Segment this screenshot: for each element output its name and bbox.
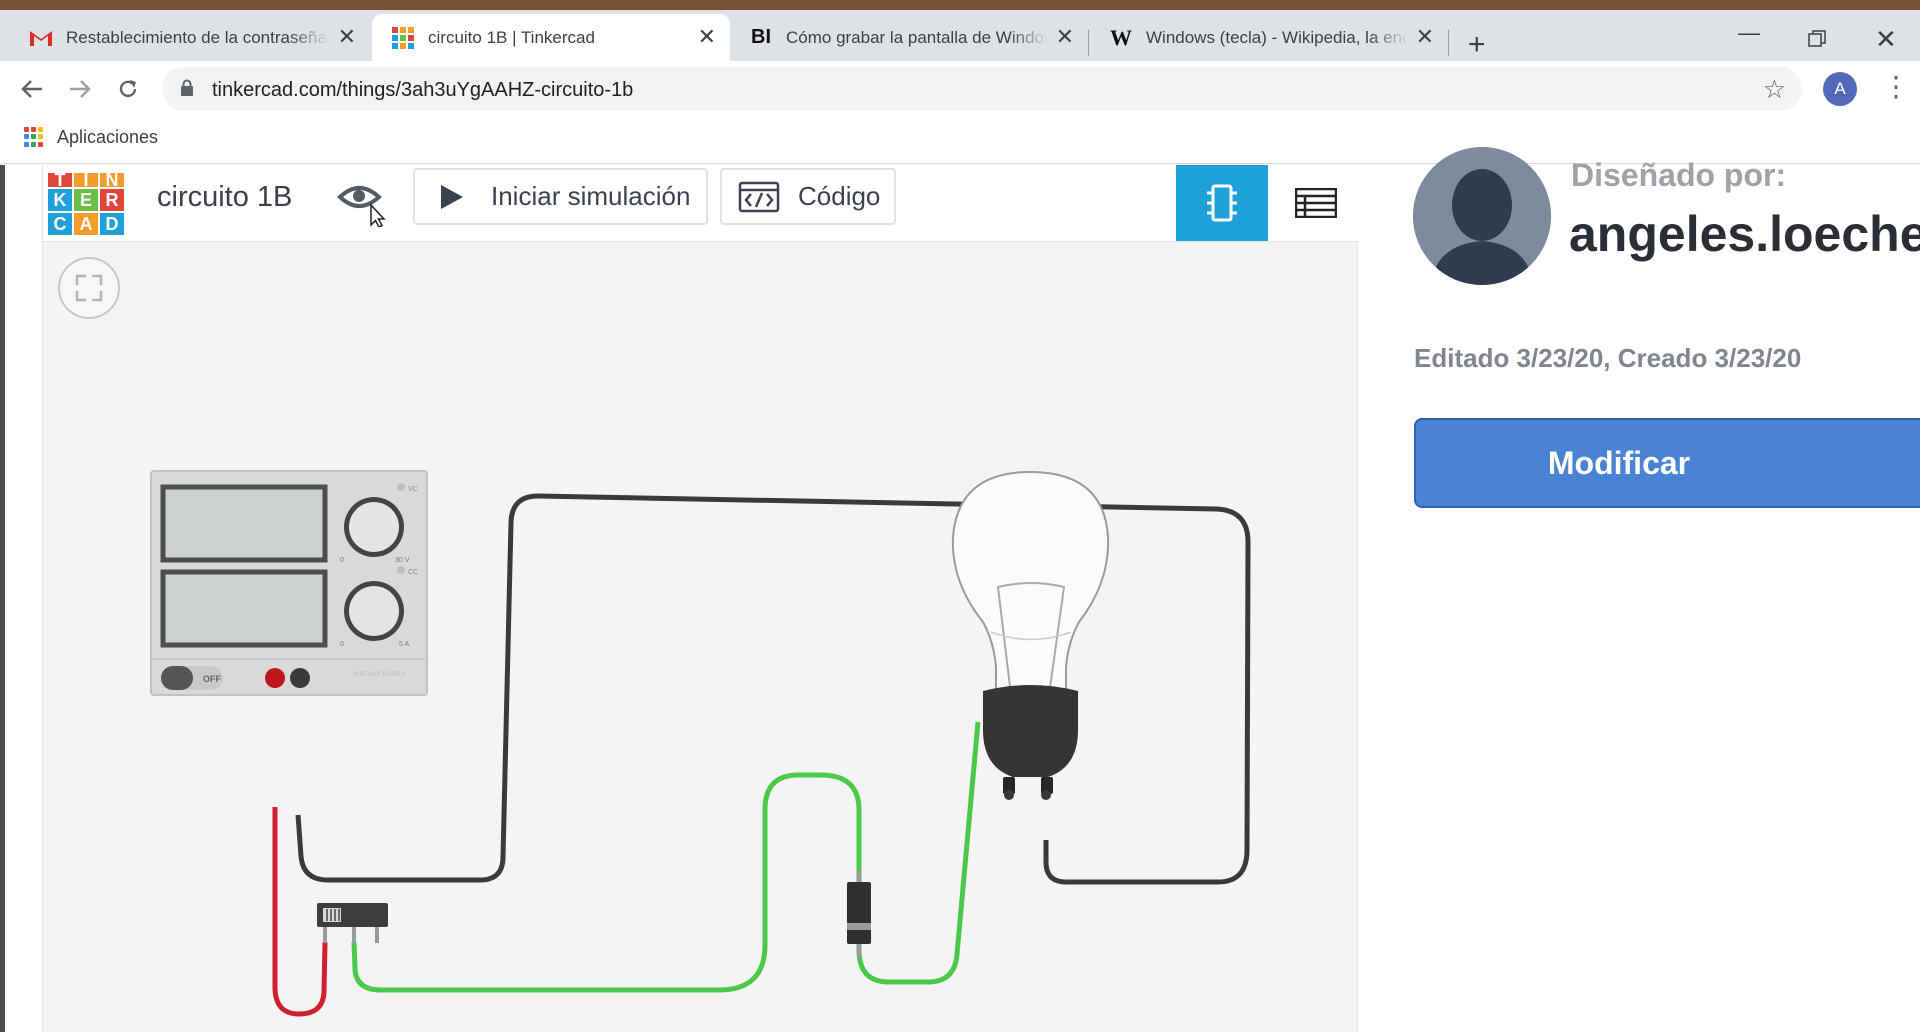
components-view-button[interactable] [1176, 165, 1268, 241]
gmail-icon [28, 26, 54, 50]
switch-label: OFF [203, 674, 221, 684]
scale-min-v: 0 [340, 557, 344, 564]
play-icon [441, 184, 463, 209]
url-text: tinkercad.com/things/3ah3uYgAAHZ-circuit… [212, 79, 634, 101]
logo-letter: I [74, 170, 98, 190]
editor-header: T I N K E R C A D circuito 1B Iniciar si… [43, 165, 1359, 242]
close-icon[interactable]: ✕ [698, 26, 716, 48]
slide-switch[interactable] [317, 903, 388, 943]
tab-business-insider[interactable]: BI Cómo grabar la pantalla de Windows ✕ [730, 14, 1088, 61]
circuit-canvas[interactable]: VC CC 0 30 V 0 5 A OFF VOLTAGE SUPPLY [43, 242, 1359, 1032]
tab-tinkercad[interactable]: circuito 1B | Tinkercad ✕ [372, 14, 730, 61]
logo-letter: E [74, 189, 98, 211]
scale-max-a: 5 A [399, 641, 409, 648]
scale-min-a: 0 [340, 641, 344, 648]
tab-title: Restablecimiento de la contraseña [66, 27, 327, 47]
minimize-icon[interactable]: — [1738, 20, 1760, 46]
logo-letter: N [100, 170, 124, 190]
logo-letter: K [48, 189, 72, 211]
tab-separator [1448, 30, 1449, 56]
restore-icon[interactable] [1808, 28, 1826, 54]
window-edge [0, 165, 5, 1032]
logo-letter: R [100, 189, 124, 211]
tab-title: Windows (tecla) - Wikipedia, la enciclop… [1146, 27, 1408, 47]
reload-icon[interactable] [112, 73, 144, 105]
logo-letter: C [48, 213, 72, 235]
tab-bar: Restablecimiento de la contraseña ✕ circ… [0, 10, 1920, 61]
logo-letter: A [74, 213, 98, 235]
tab-title: circuito 1B | Tinkercad [428, 27, 595, 47]
scale-max-v: 30 V [395, 557, 410, 564]
profile-avatar[interactable]: A [1823, 72, 1857, 106]
tab-wikipedia[interactable]: W Windows (tecla) - Wikipedia, la encicl… [1090, 14, 1448, 61]
lock-icon [181, 79, 193, 96]
diode[interactable] [847, 870, 871, 958]
code-icon [738, 181, 780, 212]
business-insider-icon: BI [751, 26, 771, 48]
code-label: Código [798, 181, 881, 211]
close-window-icon[interactable]: ✕ [1875, 24, 1897, 55]
project-info-panel: Diseñado por: angeles.loeches Editado 3/… [1358, 147, 1920, 1032]
brand-label: VOLTAGE SUPPLY [353, 672, 405, 678]
person-icon [1413, 147, 1551, 285]
start-simulation-button[interactable]: Iniciar simulación [413, 168, 708, 225]
power-supply[interactable]: VC CC 0 30 V 0 5 A OFF VOLTAGE SUPPLY [150, 470, 428, 696]
author-username[interactable]: angeles.loeches [1569, 205, 1920, 263]
tab-gmail[interactable]: Restablecimiento de la contraseña ✕ [10, 14, 370, 61]
list-icon [1295, 188, 1337, 218]
eye-icon[interactable] [337, 179, 386, 228]
start-simulation-label: Iniciar simulación [491, 181, 691, 211]
close-icon[interactable]: ✕ [1056, 26, 1074, 48]
close-icon[interactable]: ✕ [338, 26, 356, 48]
author-avatar[interactable] [1413, 147, 1551, 285]
code-button[interactable]: Código [720, 168, 896, 225]
wire-green-2 [856, 721, 981, 985]
project-title[interactable]: circuito 1B [157, 181, 292, 214]
apps-bookmark[interactable]: Aplicaciones [57, 127, 158, 148]
forward-icon[interactable] [64, 73, 96, 105]
window-top-strip [0, 0, 1920, 10]
back-icon[interactable] [16, 73, 48, 105]
address-bar[interactable]: tinkercad.com/things/3ah3uYgAAHZ-circuit… [162, 67, 1802, 111]
cc-label: CC [408, 569, 418, 576]
component-icon [1207, 184, 1237, 222]
logo-letter: T [48, 170, 72, 190]
vc-label: VC [408, 486, 418, 493]
logo-letter: D [100, 213, 124, 235]
circuit-editor[interactable]: T I N K E R C A D circuito 1B Iniciar si… [42, 165, 1359, 1032]
menu-icon[interactable]: ⋮ [1882, 70, 1910, 103]
component-list-button[interactable] [1291, 165, 1341, 241]
new-tab-icon[interactable]: + [1468, 30, 1486, 60]
tinkercad-icon [390, 26, 416, 50]
tab-separator [1088, 30, 1089, 56]
browser-toolbar: tinkercad.com/things/3ah3uYgAAHZ-circuit… [0, 61, 1920, 117]
wikipedia-icon: W [1110, 24, 1132, 50]
tinkercad-logo[interactable]: T I N K E R C A D [48, 165, 124, 237]
designed-by-label: Diseñado por: [1571, 157, 1787, 193]
apps-grid-icon[interactable] [24, 127, 44, 147]
tab-title: Cómo grabar la pantalla de Windows [786, 27, 1048, 47]
modify-button[interactable]: Modificar [1414, 418, 1920, 508]
close-icon[interactable]: ✕ [1416, 26, 1434, 48]
project-dates: Editado 3/23/20, Creado 3/23/20 [1414, 343, 1802, 373]
bookmark-star-icon[interactable]: ☆ [1763, 74, 1786, 105]
